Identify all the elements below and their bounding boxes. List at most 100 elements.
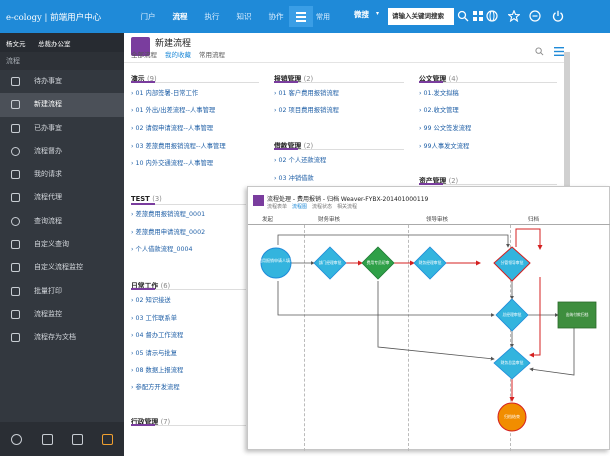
sidebar-item-print[interactable]: 批量打印 bbox=[0, 280, 124, 303]
list-item[interactable]: › 99 公文签发流程 bbox=[419, 123, 471, 132]
sidebar-item-done[interactable]: 已办事宜 bbox=[0, 117, 124, 140]
tab-all[interactable]: 全部流程 bbox=[131, 49, 157, 59]
user-name[interactable]: 杨文元 bbox=[6, 38, 26, 48]
globe-icon[interactable] bbox=[486, 10, 498, 22]
more-icon[interactable] bbox=[529, 10, 541, 22]
list-item[interactable]: › 个人借款流程_0004 bbox=[131, 244, 193, 253]
list-item[interactable]: › 02 项目费用报销流程 bbox=[274, 105, 339, 114]
menu-icon-line bbox=[296, 16, 306, 18]
supervise-icon bbox=[11, 146, 20, 156]
sidebar-item-proxy[interactable]: 流程代理 bbox=[0, 186, 124, 209]
sidebar-item-request[interactable]: 我的请求 bbox=[0, 163, 124, 186]
sidebar-item-monitor[interactable]: 自定义流程监控 bbox=[0, 256, 124, 279]
settings-icon[interactable] bbox=[11, 434, 22, 445]
sidebar-item-label: 流程督办 bbox=[34, 146, 62, 155]
flowchart-node-end[interactable]: 归档结束 bbox=[497, 402, 527, 432]
flowchart-node-finance-manager[interactable]: 财务经理审批 bbox=[413, 246, 447, 280]
search-scope-select[interactable]: 微搜 bbox=[354, 9, 369, 20]
list-item[interactable]: › 01 外出/出差流程--人事管理 bbox=[131, 105, 215, 114]
nav-portal[interactable]: 门户 bbox=[132, 0, 164, 33]
star-icon[interactable] bbox=[508, 10, 520, 22]
power-icon[interactable] bbox=[552, 10, 564, 22]
sidebar: 流程 待办事宜 新建流程 已办事宜 流程督办 我的请求 流程代理 查询流程 自定… bbox=[0, 52, 124, 456]
node-label: 分管领导审批 bbox=[501, 260, 524, 265]
sidebar-item-save-doc[interactable]: 流程存为文档 bbox=[0, 326, 124, 349]
page-title: 新建流程 bbox=[155, 39, 192, 49]
list-item[interactable]: › 10 内外交通流程--人事管理 bbox=[131, 158, 213, 167]
flowchart-node-start[interactable]: 费用报销申请人填写 bbox=[258, 247, 294, 279]
sidebar-item-new-workflow[interactable]: 新建流程 bbox=[0, 93, 124, 117]
flowchart-node-fee-clerk[interactable]: 费用专员初审 bbox=[361, 246, 395, 280]
sidebar-toolbar bbox=[0, 422, 124, 456]
grid-icon[interactable] bbox=[472, 10, 484, 22]
group-underline bbox=[274, 148, 404, 150]
nav-knowledge[interactable]: 知识 bbox=[228, 0, 260, 33]
proxy-icon bbox=[11, 193, 20, 203]
list-view-icon[interactable] bbox=[554, 47, 564, 56]
sidebar-item-supervise[interactable]: 流程督办 bbox=[0, 140, 124, 163]
group-underline bbox=[131, 288, 246, 290]
menu-icon bbox=[296, 12, 306, 14]
tab-common[interactable]: 常用流程 bbox=[199, 49, 225, 59]
list-item[interactable]: › 参配方开发流程 bbox=[131, 382, 180, 391]
flowchart-node-cashier[interactable]: 出纳付款归档 bbox=[557, 301, 597, 329]
nav-execute[interactable]: 执行 bbox=[196, 0, 228, 33]
common-button[interactable]: 常用 bbox=[316, 12, 330, 22]
flowchart-node-ceo[interactable]: 总经理审批 bbox=[495, 298, 529, 332]
search-icon[interactable] bbox=[535, 47, 544, 56]
search-input[interactable]: 请输入关键词搜索 bbox=[388, 8, 454, 25]
list-item[interactable]: › 01 客户费用报销流程 bbox=[274, 88, 339, 97]
list-item[interactable]: › 03 工作联系单 bbox=[131, 313, 177, 322]
save-doc-icon bbox=[11, 333, 20, 343]
theme-icon[interactable] bbox=[72, 434, 83, 445]
nav-collaborate[interactable]: 协作 bbox=[260, 0, 292, 33]
flowchart-node-cfo[interactable]: 财务总监审批 bbox=[493, 346, 531, 380]
search-icon[interactable] bbox=[457, 10, 469, 22]
sidebar-item-workflow-monitor[interactable]: 流程监控 bbox=[0, 303, 124, 326]
flowchart-node-dept-manager[interactable]: 部门经理审批 bbox=[313, 246, 347, 280]
workflow-tabs: 全部流程 我的收藏 常用流程 bbox=[131, 49, 233, 59]
node-label: 财务经理审批 bbox=[419, 260, 442, 265]
sidebar-item-todo[interactable]: 待办事宜 bbox=[0, 70, 124, 93]
volume-icon[interactable] bbox=[102, 434, 113, 445]
list-item[interactable]: › 01 内部签署-日常工作 bbox=[131, 88, 198, 97]
list-item[interactable]: › 99人事发文流程 bbox=[419, 141, 469, 150]
top-nav: 门户 流程 执行 知识 协作 bbox=[132, 0, 292, 33]
print-icon bbox=[11, 286, 20, 296]
sidebar-item-search-workflow[interactable]: 查询流程 bbox=[0, 210, 124, 233]
menu-button[interactable] bbox=[289, 6, 313, 27]
sidebar-item-custom-query[interactable]: 自定义查询 bbox=[0, 233, 124, 256]
monitor-icon bbox=[11, 263, 20, 273]
list-item[interactable]: › 02 请假申请流程--人事管理 bbox=[131, 123, 213, 132]
list-item[interactable]: › 02.收文管理 bbox=[419, 105, 459, 114]
sidebar-item-label: 已办事宜 bbox=[34, 123, 62, 132]
sidebar-item-label: 我的请求 bbox=[34, 170, 62, 179]
user-dept[interactable]: 总裁办公室 bbox=[38, 38, 71, 48]
list-item[interactable]: › 差旅费用报销流程_0001 bbox=[131, 209, 205, 218]
list-item[interactable]: › 05 请示与批复 bbox=[131, 348, 177, 357]
list-item[interactable]: › 04 督办工作流程 bbox=[131, 330, 183, 339]
sidebar-title: 流程 bbox=[0, 52, 124, 70]
list-item[interactable]: › 03 冲销借款 bbox=[274, 173, 314, 182]
list-item[interactable]: › 02 知识接送 bbox=[131, 295, 171, 304]
list-item[interactable]: › 01.发文拟稿 bbox=[419, 88, 459, 97]
sidebar-item-label: 流程存为文档 bbox=[34, 333, 76, 342]
scrollbar[interactable] bbox=[564, 52, 570, 187]
sidebar-item-label: 自定义查询 bbox=[34, 240, 69, 249]
node-label: 费用报销申请人填写 bbox=[258, 257, 294, 263]
tab-favorites[interactable]: 我的收藏 bbox=[165, 49, 191, 59]
list-item[interactable]: › 差旅费用申请流程_0002 bbox=[131, 227, 205, 236]
nav-workflow[interactable]: 流程 bbox=[164, 0, 196, 33]
custom-query-icon bbox=[11, 240, 20, 250]
menu-icon-line bbox=[296, 20, 306, 22]
list-item[interactable]: › 03 差旅费用报销流程--人事管理 bbox=[131, 141, 226, 150]
node-label: 总经理审批 bbox=[503, 312, 522, 317]
flowchart: 费用报销申请人填写 部门经理审批 费用专员初审 财务经理审批 分管领导审批 总经… bbox=[258, 228, 597, 432]
flowchart-node-vp[interactable]: 分管领导审批 bbox=[493, 246, 531, 282]
lock-icon[interactable] bbox=[42, 434, 53, 445]
group-underline bbox=[131, 424, 246, 426]
group-underline bbox=[274, 81, 404, 83]
sidebar-item-label: 查询流程 bbox=[34, 216, 62, 225]
list-item[interactable]: › 08 数据上报流程 bbox=[131, 365, 183, 374]
list-item[interactable]: › 02 个人还款流程 bbox=[274, 155, 326, 164]
